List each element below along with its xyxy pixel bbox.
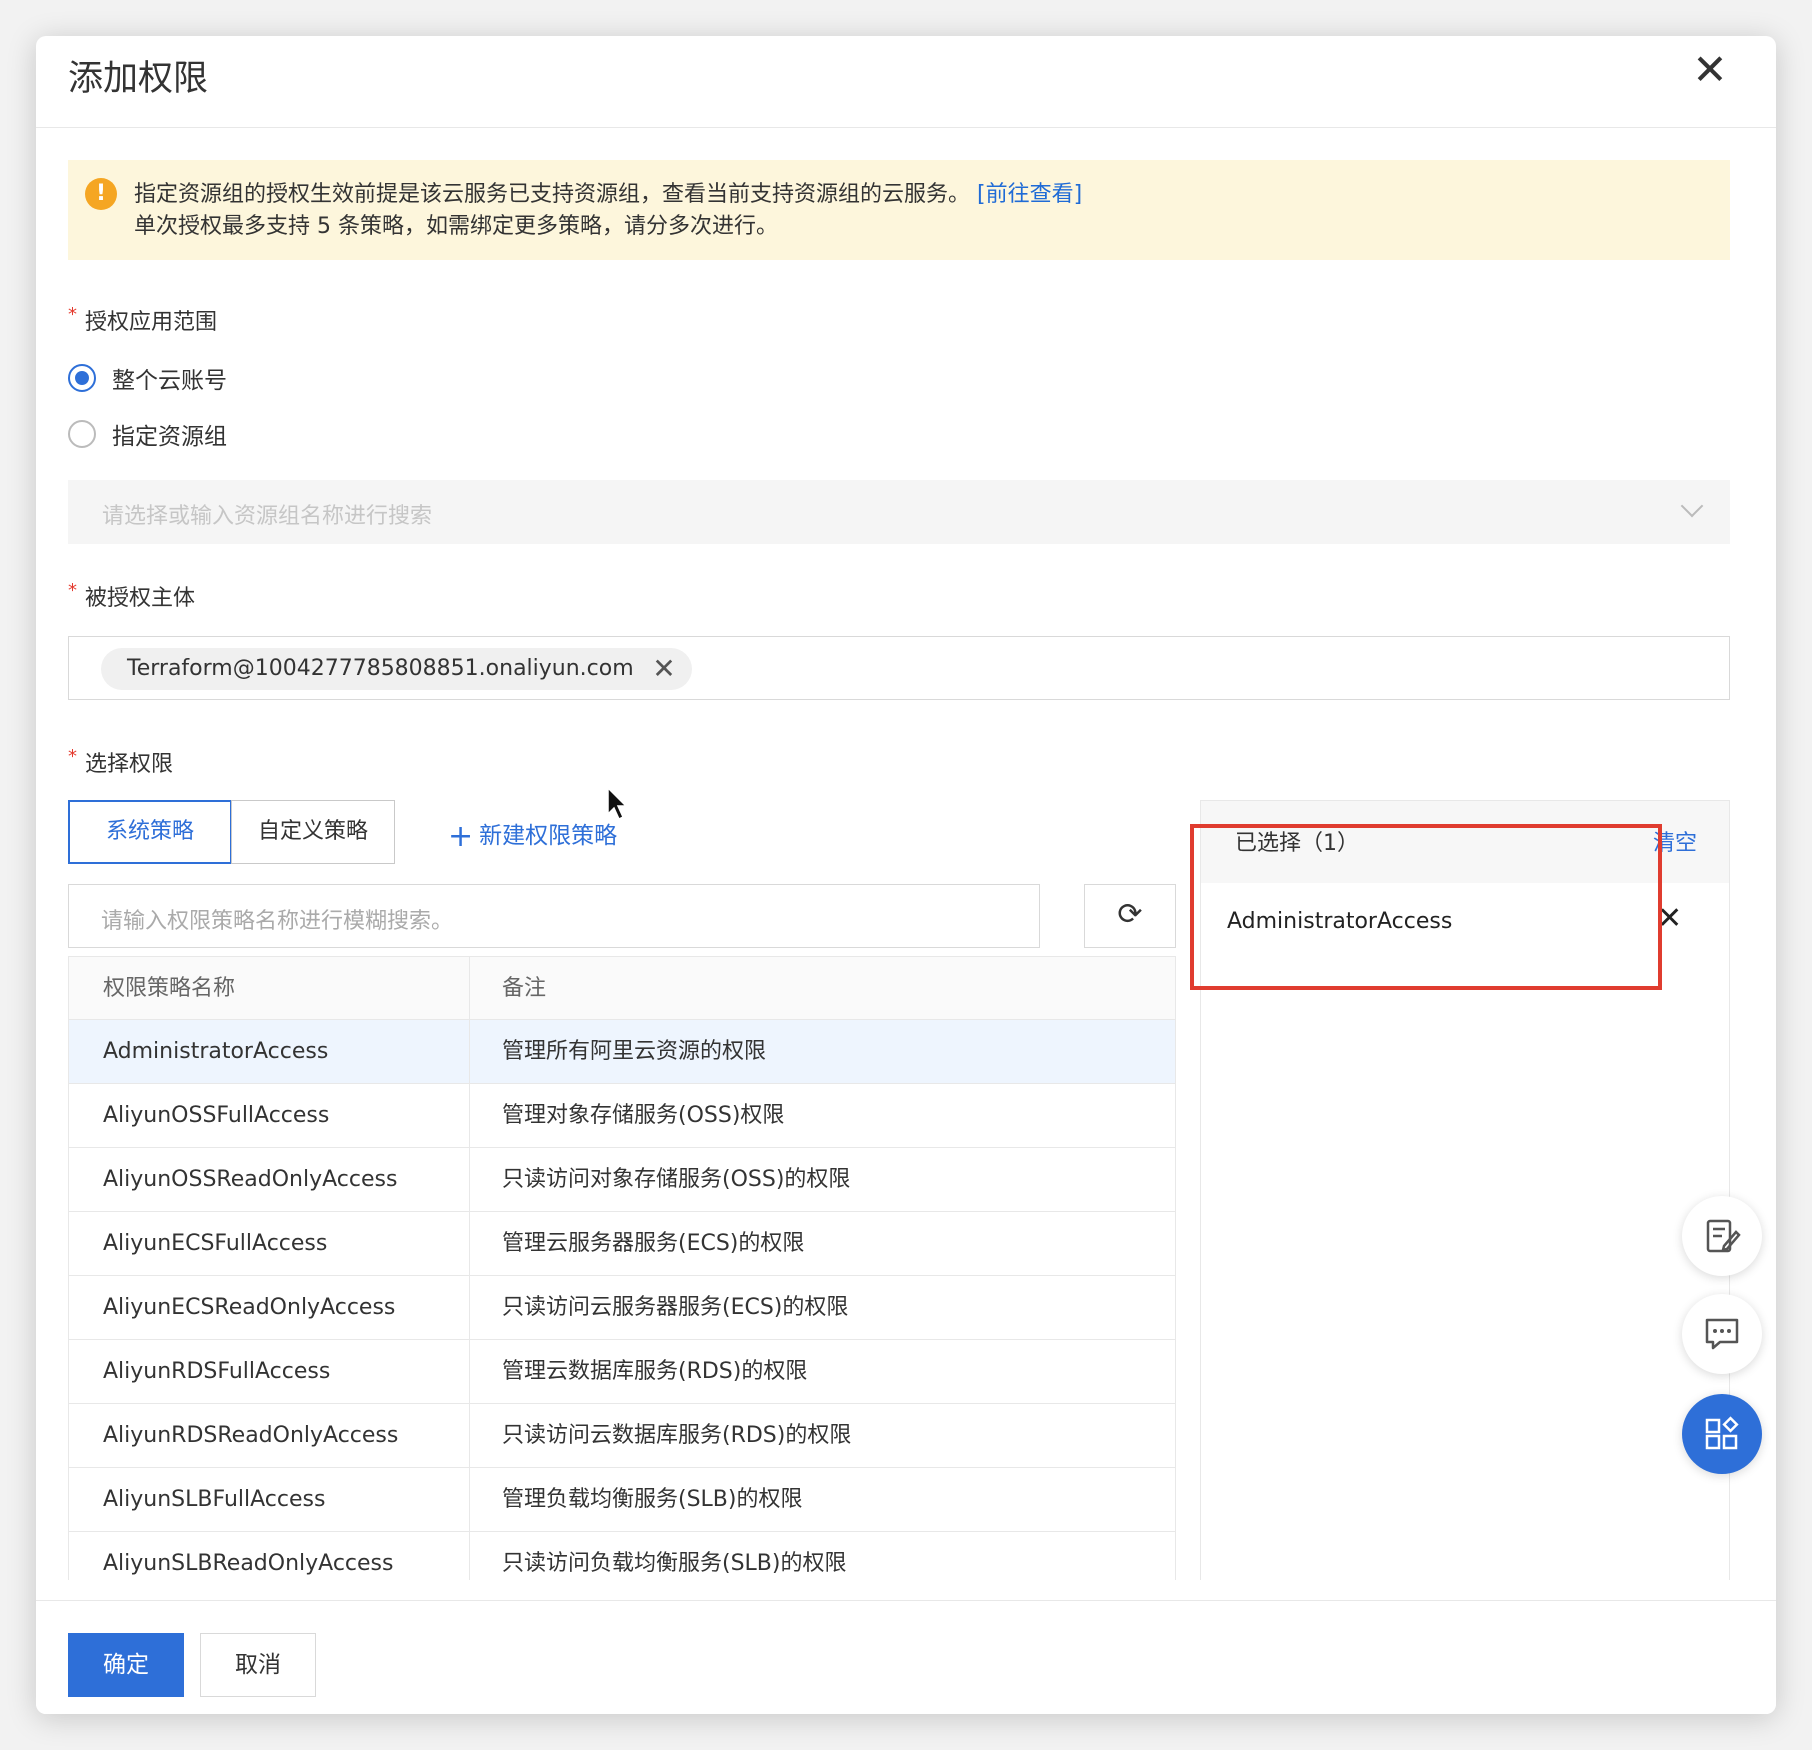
- policy-remark: 只读访问云服务器服务(ECS)的权限: [470, 1276, 1176, 1339]
- plus-icon: +: [448, 819, 474, 854]
- notice-line-2: 单次授权最多支持 5 条策略，如需绑定更多策略，请分多次进行。: [134, 214, 778, 239]
- principal-label-text: 被授权主体: [85, 586, 196, 611]
- chat-button[interactable]: [1682, 1294, 1762, 1374]
- policy-tabs: 系统策略 自定义策略: [68, 800, 395, 864]
- policy-remark: 管理所有阿里云资源的权限: [470, 1020, 1176, 1083]
- principal-label: * 被授权主体: [68, 580, 195, 612]
- radio-label: 指定资源组: [112, 424, 227, 450]
- policy-table: 权限策略名称 备注 AdministratorAccess 管理所有阿里云资源的…: [68, 956, 1176, 1580]
- tab-custom-policy[interactable]: 自定义策略: [231, 800, 395, 864]
- principal-tag: Terraform@1004277785808851.onaliyun.com …: [101, 648, 692, 690]
- policy-remark: 管理云数据库服务(RDS)的权限: [470, 1340, 1176, 1403]
- notice-banner: ! 指定资源组的授权生效前提是该云服务已支持资源组，查看当前支持资源组的云服务。…: [68, 160, 1730, 260]
- highlight-annotation-box: [1190, 824, 1662, 990]
- refresh-button[interactable]: ⟳: [1084, 884, 1176, 948]
- apps-grid-icon: [1705, 1416, 1739, 1450]
- dialog-header: 添加权限 ✕: [36, 36, 1776, 128]
- new-policy-label: 新建权限策略: [479, 823, 618, 849]
- policy-name: AliyunOSSFullAccess: [68, 1084, 470, 1147]
- cancel-button[interactable]: 取消: [200, 1633, 316, 1697]
- required-mark: *: [68, 746, 77, 767]
- policy-remark: 只读访问对象存储服务(OSS)的权限: [470, 1148, 1176, 1211]
- table-row[interactable]: AliyunSLBReadOnlyAccess 只读访问负载均衡服务(SLB)的…: [68, 1532, 1176, 1580]
- notice-line-1: 指定资源组的授权生效前提是该云服务已支持资源组，查看当前支持资源组的云服务。 […: [134, 176, 1082, 208]
- header-policy-name: 权限策略名称: [68, 957, 470, 1019]
- policy-name: AliyunECSReadOnlyAccess: [68, 1276, 470, 1339]
- policy-search-input[interactable]: 请输入权限策略名称进行模糊搜索。: [68, 884, 1040, 948]
- required-mark: *: [68, 580, 77, 601]
- principal-tag-text: Terraform@1004277785808851.onaliyun.com: [127, 656, 634, 681]
- table-header: 权限策略名称 备注: [68, 956, 1176, 1020]
- remove-tag-icon[interactable]: ✕: [652, 648, 675, 690]
- close-icon[interactable]: ✕: [1688, 48, 1732, 92]
- warning-icon: !: [85, 178, 117, 210]
- notice-text-1: 指定资源组的授权生效前提是该云服务已支持资源组，查看当前支持资源组的云服务。: [134, 182, 971, 207]
- chevron-down-icon: [1680, 494, 1704, 518]
- policy-name: AliyunOSSReadOnlyAccess: [68, 1148, 470, 1211]
- policy-remark: 管理对象存储服务(OSS)权限: [470, 1084, 1176, 1147]
- apps-button[interactable]: [1682, 1394, 1762, 1474]
- policy-name: AliyunECSFullAccess: [68, 1212, 470, 1275]
- policy-name: AliyunSLBReadOnlyAccess: [68, 1532, 470, 1580]
- view-link[interactable]: [前往查看]: [977, 182, 1082, 207]
- refresh-icon: ⟳: [1117, 897, 1143, 932]
- table-row[interactable]: AliyunOSSReadOnlyAccess 只读访问对象存储服务(OSS)的…: [68, 1148, 1176, 1212]
- radio-unchecked-icon: [68, 420, 96, 448]
- table-row[interactable]: AliyunRDSReadOnlyAccess 只读访问云数据库服务(RDS)的…: [68, 1404, 1176, 1468]
- header-remark: 备注: [470, 957, 1176, 1019]
- policy-name: AliyunSLBFullAccess: [68, 1468, 470, 1531]
- policy-remark: 管理云服务器服务(ECS)的权限: [470, 1212, 1176, 1275]
- edit-note-icon: [1706, 1219, 1741, 1253]
- new-policy-link[interactable]: + 新建权限策略: [448, 816, 617, 854]
- dialog-title: 添加权限: [68, 59, 209, 99]
- mouse-cursor-icon: [607, 786, 628, 821]
- scope-label: * 授权应用范围: [68, 304, 217, 336]
- table-row[interactable]: AliyunSLBFullAccess 管理负载均衡服务(SLB)的权限: [68, 1468, 1176, 1532]
- radio-label: 整个云账号: [112, 368, 227, 394]
- table-row[interactable]: AdministratorAccess 管理所有阿里云资源的权限: [68, 1020, 1176, 1084]
- policy-remark: 管理负载均衡服务(SLB)的权限: [470, 1468, 1176, 1531]
- policy-name: AdministratorAccess: [68, 1020, 470, 1083]
- radio-whole-account[interactable]: 整个云账号: [68, 361, 227, 395]
- table-row[interactable]: AliyunOSSFullAccess 管理对象存储服务(OSS)权限: [68, 1084, 1176, 1148]
- policy-name: AliyunRDSFullAccess: [68, 1340, 470, 1403]
- feedback-edit-button[interactable]: [1682, 1196, 1762, 1276]
- resource-group-placeholder: 请选择或输入资源组名称进行搜索: [102, 504, 433, 529]
- permissions-label-text: 选择权限: [85, 752, 174, 777]
- chat-icon: [1705, 1318, 1739, 1350]
- radio-resource-group[interactable]: 指定资源组: [68, 417, 227, 451]
- confirm-button[interactable]: 确定: [68, 1633, 184, 1697]
- policy-remark: 只读访问负载均衡服务(SLB)的权限: [470, 1532, 1176, 1580]
- policy-name: AliyunRDSReadOnlyAccess: [68, 1404, 470, 1467]
- required-mark: *: [68, 304, 77, 325]
- add-permission-dialog: 添加权限 ✕ ! 指定资源组的授权生效前提是该云服务已支持资源组，查看当前支持资…: [36, 36, 1776, 1714]
- policy-remark: 只读访问云数据库服务(RDS)的权限: [470, 1404, 1176, 1467]
- table-row[interactable]: AliyunECSReadOnlyAccess 只读访问云服务器服务(ECS)的…: [68, 1276, 1176, 1340]
- scope-label-text: 授权应用范围: [85, 310, 218, 335]
- dialog-footer: 确定 取消: [36, 1600, 1776, 1714]
- table-row[interactable]: AliyunRDSFullAccess 管理云数据库服务(RDS)的权限: [68, 1340, 1176, 1404]
- resource-group-select: 请选择或输入资源组名称进行搜索: [68, 480, 1730, 544]
- table-row[interactable]: AliyunECSFullAccess 管理云服务器服务(ECS)的权限: [68, 1212, 1176, 1276]
- tab-system-policy[interactable]: 系统策略: [68, 800, 232, 864]
- principal-input[interactable]: Terraform@1004277785808851.onaliyun.com …: [68, 636, 1730, 700]
- radio-checked-icon: [68, 364, 96, 392]
- search-placeholder: 请输入权限策略名称进行模糊搜索。: [101, 909, 454, 934]
- permissions-label: * 选择权限: [68, 746, 173, 778]
